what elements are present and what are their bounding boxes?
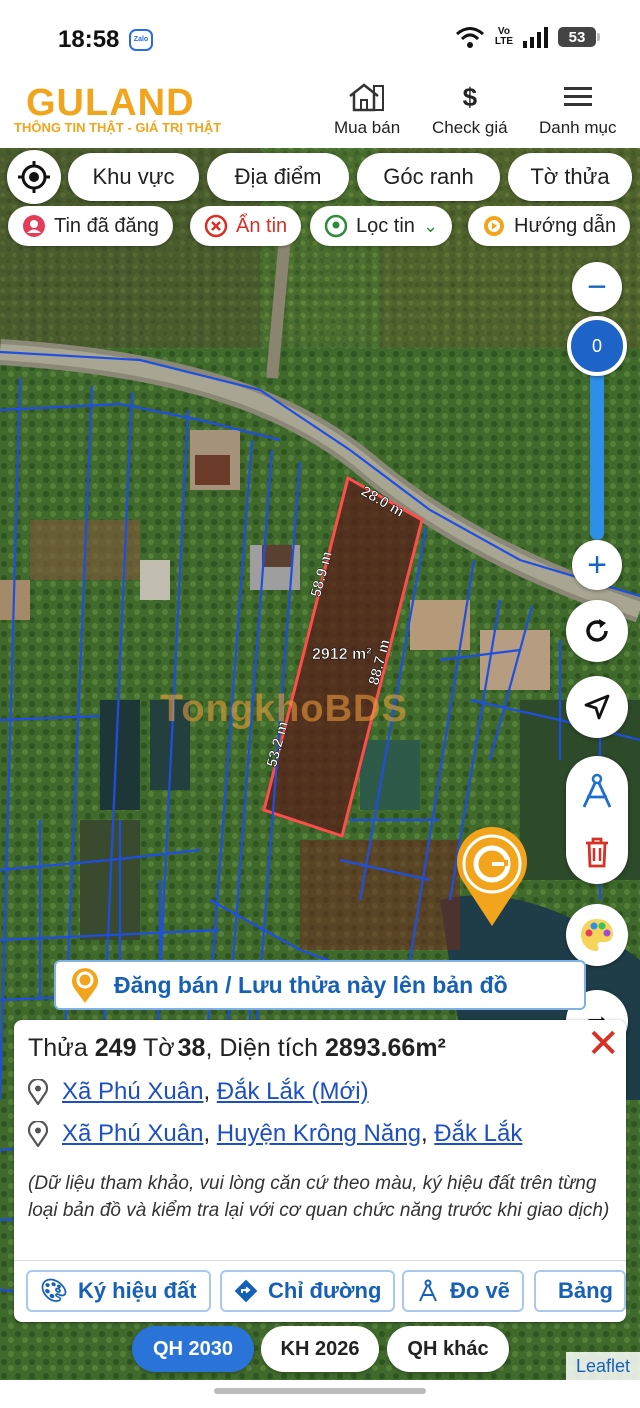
district-link[interactable]: Huyện Krông Năng [217,1120,421,1147]
signal-icon [523,26,548,48]
table-button[interactable]: Bảng [534,1270,626,1312]
plot-prefix: Thửa [28,1034,88,1062]
nav-label: Mua bán [334,118,401,137]
zoom-out-button[interactable]: − [572,262,622,312]
navigation-arrow-icon [584,694,610,720]
nav-check-gia[interactable]: $ Check giá [432,82,508,138]
system-nav-bar [0,1380,640,1408]
leaflet-attribution[interactable]: Leaflet [566,1352,640,1380]
battery-icon: 53 [558,27,600,47]
province-link[interactable]: Đắk Lắk [434,1120,522,1147]
zoom-in-button[interactable]: + [572,540,622,590]
measure-tool-button[interactable] [566,764,628,820]
divider [14,1260,626,1261]
layer-kh-2026[interactable]: KH 2026 [261,1326,379,1372]
app-header: GULAND THÔNG TIN THẬT - GIÁ TRỊ THẬT Mua… [0,78,640,148]
compass-draw-icon [419,1279,437,1302]
filter-dia-diem[interactable]: Địa điểm [207,153,349,201]
province-link[interactable]: Đắk Lắk (Mới) [217,1078,369,1105]
play-circle-icon [484,216,504,236]
nav-danh-muc[interactable]: Danh mục [539,82,616,138]
guland-logo[interactable]: GULAND [26,82,195,125]
delete-drawing-button[interactable] [566,824,628,880]
close-circle-icon [204,214,228,238]
commune-link[interactable]: Xã Phú Xuân [62,1078,203,1105]
status-indicators: Vo LTE 53 [455,26,600,48]
map-pin-icon [324,214,348,238]
location-pin-icon [28,1079,48,1105]
plus-icon: + [587,546,607,584]
nav-label: Check giá [432,118,508,137]
draw-tools [566,756,628,884]
sheet-prefix: Tờ [143,1034,175,1062]
sheet-number: 38 [177,1034,206,1062]
volte-icon: Vo LTE [495,27,513,47]
filter-label: Lọc tin [356,214,415,237]
parcel-title: Thửa 249 Tờ 38, Diện tích 2893.66m² [28,1034,446,1063]
hide-listings-button[interactable]: Ẩn tin [190,206,302,246]
compass-draw-icon [582,773,612,808]
land-symbol-label: Ký hiệu đất [77,1278,197,1303]
filter-to-thua[interactable]: Tờ thửa [508,153,632,201]
post-parcel-label: Đăng bán / Lưu thửa này lên bản đồ [114,971,508,998]
menu-icon [563,82,593,112]
dollar-icon: $ [462,81,478,112]
slogan: THÔNG TIN THẬT - GIÁ TRỊ THẬT [14,120,222,135]
disclaimer-note: (Dữ liệu tham khảo, vui lòng căn cứ theo… [28,1173,610,1221]
close-panel-button[interactable]: ✕ [586,1024,620,1064]
nav-mua-ban[interactable]: Mua bán [334,82,400,138]
crosshair-icon [18,161,50,193]
land-symbol-button[interactable]: 🎨︎ Ký hiệu đất [26,1270,211,1312]
layer-qh-2030[interactable]: QH 2030 [132,1326,254,1372]
plot-number: 249 [94,1034,137,1062]
volte-bottom: LTE [494,36,513,47]
guide-button[interactable]: Hướng dẫn [468,206,631,246]
parcel-info-panel: Thửa 249 Tờ 38, Diện tích 2893.66m² ✕ Xã… [14,1020,626,1322]
area-label: 2912 m² [312,646,372,663]
user-pin-icon [23,215,45,237]
location-pin-icon [28,1121,48,1147]
directions-label: Chỉ đường [268,1278,382,1303]
filter-listings-button[interactable]: Lọc tin ⌄ [310,206,453,246]
filter-khu-vuc[interactable]: Khu vực [68,153,199,201]
guide-label: Hướng dẫn [514,214,617,237]
guland-pin-icon [72,968,98,1003]
home-indicator[interactable] [214,1388,426,1394]
address-old: Xã Phú Xuân, Huyện Krông Năng, Đắk Lắk [28,1120,522,1148]
palette-icon [581,919,613,951]
directions-icon [234,1279,258,1303]
measure-button[interactable]: Đo vẽ [402,1270,524,1312]
posted-listings-button[interactable]: Tin đã đăng [8,206,173,246]
table-label: Bảng [558,1278,613,1303]
refresh-icon [586,619,608,642]
area-value: 2893.66m² [324,1034,446,1062]
zalo-icon: Zalo [129,29,153,51]
area-prefix: , Diện tích [205,1034,318,1062]
status-bar: 18:58 Zalo Vo LTE 53 [0,0,640,78]
house-icon [348,82,386,112]
filter-goc-ranh[interactable]: Góc ranh [357,153,500,201]
minus-icon: − [587,268,607,306]
map-style-button[interactable] [566,904,628,966]
navigate-button[interactable] [566,676,628,738]
address-new: Xã Phú Xuân, Đắk Lắk (Mới) [28,1078,369,1106]
measure-label: Đo vẽ [450,1278,510,1303]
status-time: 18:58 [58,26,120,53]
posted-label: Tin đã đăng [54,214,159,237]
post-parcel-bar[interactable]: Đăng bán / Lưu thửa này lên bản đồ [54,960,586,1010]
refresh-button[interactable] [566,600,628,662]
wifi-icon [455,27,484,48]
chevron-down-icon: ⌄ [422,215,439,236]
trash-icon [586,837,608,868]
directions-button[interactable]: Chỉ đường [220,1270,396,1312]
commune-link[interactable]: Xã Phú Xuân [62,1120,203,1147]
watermark: TongkhoBDS [160,688,408,730]
locate-me-button[interactable] [7,150,61,204]
nav-label: Danh mục [539,118,617,137]
zoom-slider-knob[interactable]: 0 [567,316,627,376]
hide-label: Ẩn tin [236,214,288,237]
layer-qh-khac[interactable]: QH khác [387,1326,509,1372]
palette-icon: 🎨︎ [40,1278,68,1303]
close-icon: ✕ [586,1022,620,1066]
